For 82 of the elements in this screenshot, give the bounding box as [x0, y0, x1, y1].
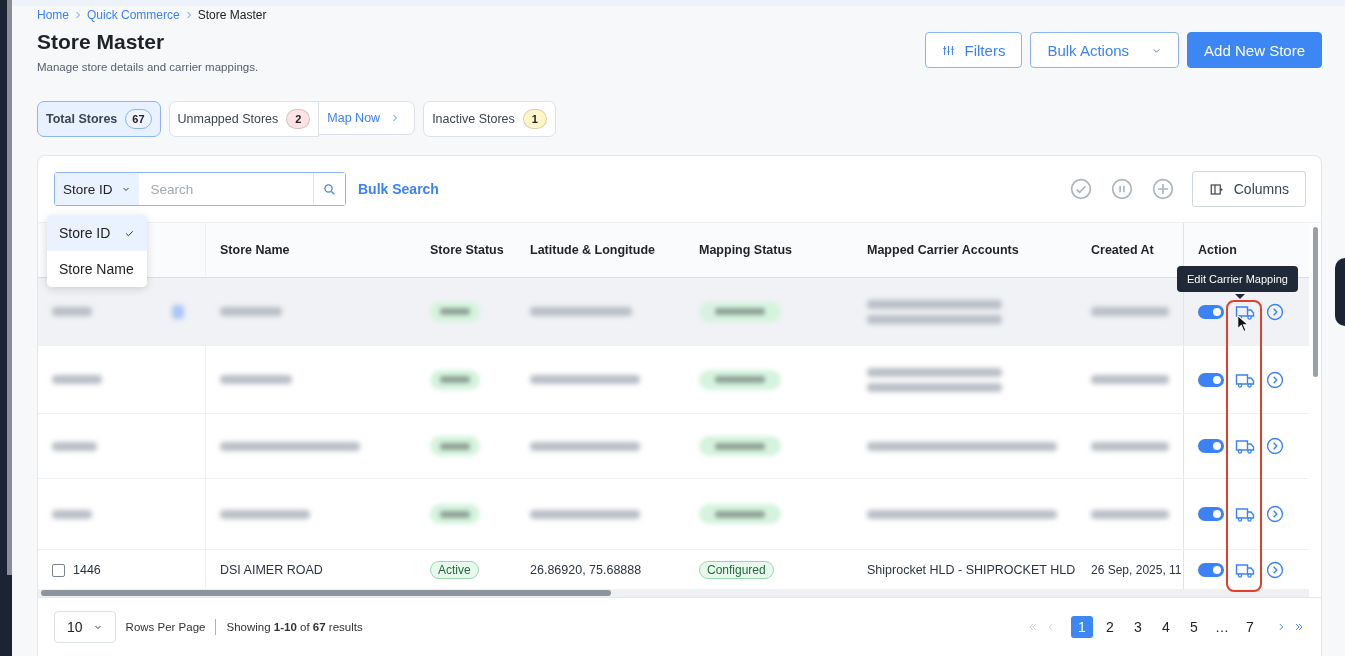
table-cell: Shiprocket HLD - SHIPROCKET HLD [867, 563, 1076, 577]
table-cell: 26 Sep, 2025, 11 [1091, 563, 1182, 577]
filters-button[interactable]: Filters [924, 32, 1023, 68]
count-badge: 1 [522, 109, 547, 129]
row-checkbox[interactable] [52, 563, 65, 577]
count-badge: 67 [125, 109, 152, 129]
blurred-text [52, 375, 102, 384]
stat-chip[interactable]: Unmapped Stores 2 [168, 101, 320, 137]
page-button[interactable]: 4 [1155, 616, 1177, 638]
column-header: Store Status [429, 242, 505, 259]
menu-option[interactable]: Store Name [47, 251, 147, 287]
search-icon [323, 182, 336, 196]
breadcrumb-link[interactable]: Quick Commerce [87, 8, 180, 22]
chevron-circle-icon[interactable] [1266, 505, 1284, 523]
blurred-text [52, 509, 92, 519]
toggle-switch[interactable] [1198, 563, 1224, 577]
count-badge: 2 [286, 109, 311, 129]
horizontal-scrollbar[interactable] [38, 589, 1309, 597]
chevron-right-icon [73, 10, 83, 20]
blurred-text [220, 307, 282, 316]
menu-option[interactable]: Store ID [47, 215, 147, 251]
add-store-button[interactable]: Add New Store [1187, 32, 1322, 68]
status-tag: Active [430, 561, 479, 579]
chevron-circle-icon[interactable] [1266, 437, 1284, 455]
rows-per-page-label: Rows Per Page [125, 621, 206, 633]
search-button[interactable] [313, 173, 345, 205]
cursor-icon [1236, 314, 1250, 334]
status-tag: Configured [699, 561, 774, 579]
chip-label: Unmapped Stores [177, 112, 279, 126]
tooltip-arrow [1235, 294, 1245, 299]
page-button[interactable]: 7 [1239, 616, 1261, 638]
tooltip: Edit Carrier Mapping [1177, 266, 1298, 292]
blurred-text [52, 441, 97, 451]
toggle-switch[interactable] [1198, 439, 1224, 453]
chevron-circle-icon[interactable] [1266, 561, 1284, 579]
table-cell: DSI AIMER ROAD [220, 563, 323, 577]
column-header: Mapped Carrier Accounts [866, 242, 1020, 259]
chip-label: Total Stores [46, 112, 118, 126]
page-title: Store Master [37, 30, 166, 54]
stat-chip[interactable]: Total Stores 67 [37, 101, 161, 137]
chip-label: Inactive Stores [432, 112, 515, 126]
chevron-circle-icon[interactable] [1266, 370, 1284, 389]
stat-chip[interactable]: Inactive Stores 1 [423, 101, 556, 137]
page-button[interactable]: 2 [1099, 616, 1121, 638]
breadcrumb-current: Store Master [197, 8, 267, 22]
truck-icon[interactable] [1234, 561, 1256, 579]
columns-button[interactable]: Columns [1191, 171, 1306, 207]
search-field[interactable]: Store ID Search [54, 172, 346, 206]
toggle-switch[interactable] [1198, 304, 1224, 319]
column-header: Created At [1090, 242, 1155, 259]
page-button[interactable]: 3 [1127, 616, 1149, 638]
side-handle[interactable] [1335, 258, 1345, 326]
blurred-status-tag [430, 301, 480, 322]
page-button[interactable]: 1 [1071, 616, 1093, 638]
field-select[interactable]: Store ID [55, 173, 139, 205]
map-now-link[interactable]: Map Now [319, 101, 416, 135]
bulk-search-link[interactable]: Bulk Search [358, 181, 439, 197]
table-cell: 26.86920, 75.68888 [530, 563, 642, 577]
page-subtitle: Manage store details and carrier mappings. [37, 61, 260, 73]
last-page-icon[interactable] [1293, 621, 1305, 633]
chevron-circle-icon[interactable] [1266, 302, 1284, 321]
results-summary: Showing 1-10 of 67 results [226, 621, 363, 633]
sliders-icon [941, 43, 955, 57]
page-button[interactable]: … [1211, 616, 1233, 638]
columns-icon [1208, 181, 1224, 197]
blurred-text [220, 375, 292, 384]
blurred-icon [172, 304, 184, 319]
toggle-switch[interactable] [1198, 507, 1224, 521]
column-header: Store Name [219, 242, 291, 259]
blurred-text [52, 307, 92, 316]
truck-icon[interactable] [1234, 505, 1256, 523]
column-header: Latitude & Longitude [529, 242, 656, 259]
blurred-status-tag [430, 369, 480, 390]
bulk-actions-button[interactable]: Bulk Actions [1030, 32, 1180, 68]
toggle-switch[interactable] [1198, 372, 1224, 387]
page-button[interactable]: 5 [1183, 616, 1205, 638]
table-cell: 1446 [73, 563, 101, 577]
blurred-status-tag [430, 504, 480, 524]
column-header: Mapping Status [698, 242, 794, 259]
truck-icon[interactable] [1234, 437, 1256, 455]
blurred-status-tag [430, 436, 480, 456]
rows-per-page-select[interactable]: 10 [54, 611, 116, 643]
